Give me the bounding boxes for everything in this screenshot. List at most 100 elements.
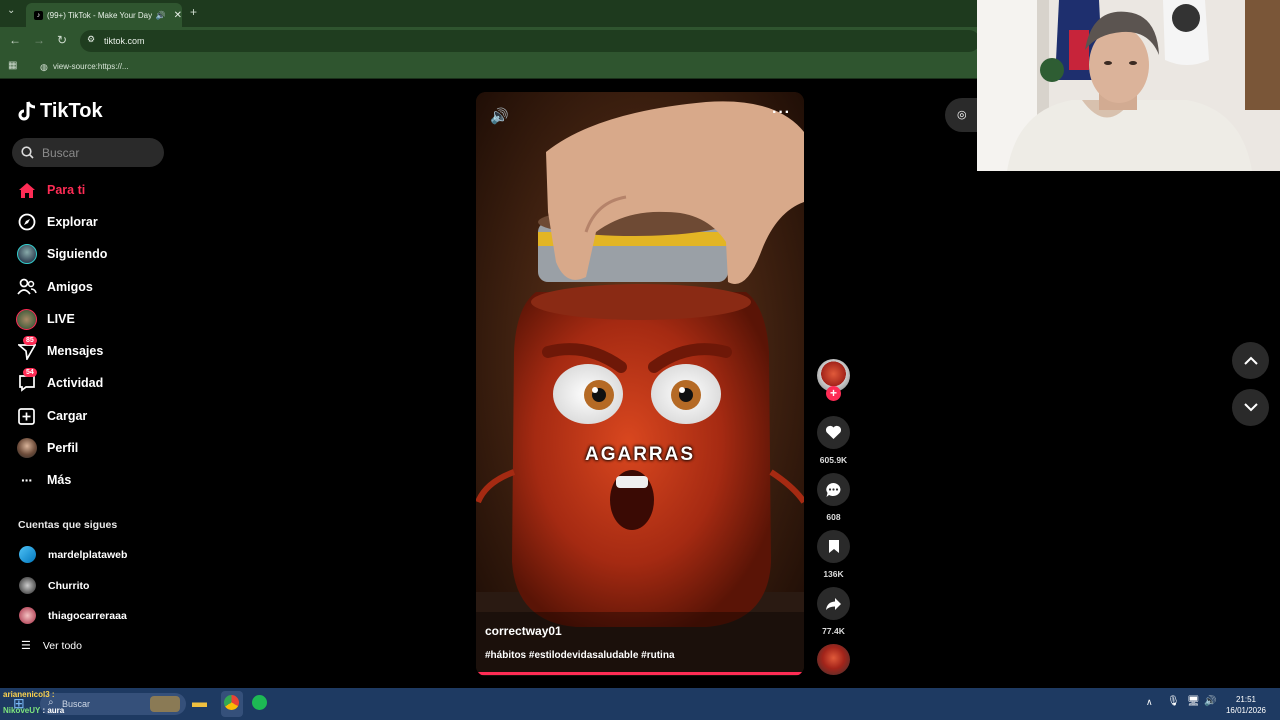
like-count: 605.9K [819, 455, 848, 465]
tiktok-logo[interactable]: TikTok [17, 100, 103, 123]
comment-icon [817, 473, 850, 506]
tab-title: (99+) TikTok - Make Your Day [46, 10, 152, 20]
webcam-overlay [977, 0, 1280, 171]
messages-badge: 85 [23, 335, 37, 345]
send-icon: 85 [16, 335, 37, 362]
back-arrow-icon[interactable]: ← [9, 33, 21, 47]
followed-account[interactable]: mardelplataweb [19, 546, 127, 563]
tab-list-chevron-icon[interactable]: ⌄ [7, 5, 15, 16]
share-count: 77.4K [822, 626, 845, 636]
apps-grid-icon[interactable]: ▦ [8, 60, 17, 71]
video-author[interactable]: correctway01 [485, 624, 562, 638]
nav-item-perfil[interactable]: Perfil [16, 435, 78, 461]
nav-item-amigos[interactable]: Amigos [16, 274, 93, 300]
nav-item-explorar[interactable]: Explorar [16, 209, 98, 235]
chrome-icon[interactable] [224, 695, 239, 710]
upload-icon [16, 406, 37, 427]
nav-item-cargar[interactable]: Cargar [16, 403, 87, 429]
reload-icon[interactable]: ↻ [57, 33, 67, 47]
microphone-icon[interactable]: 🎙 [1167, 696, 1180, 707]
chevron-down-icon [1243, 403, 1258, 412]
site-info-icon[interactable]: ⚙ [87, 34, 95, 45]
logo-text: TikTok [40, 100, 103, 122]
music-disc-icon [817, 644, 850, 675]
comment-button[interactable]: 608 [817, 473, 850, 522]
like-button[interactable]: 605.9K [817, 416, 850, 465]
url-text: tiktok.com [104, 36, 145, 46]
nav-item-para-ti[interactable]: Para ti [16, 177, 85, 203]
nav-item-live[interactable]: LIVE [16, 306, 75, 332]
taskbar-search-label: Buscar [62, 699, 91, 709]
nav-item-mas[interactable]: ··· Más [16, 467, 71, 493]
save-button[interactable]: 136K [817, 530, 850, 579]
see-all-link[interactable]: ☰ Ver todo [21, 639, 82, 653]
video-frame [476, 92, 804, 676]
video-progress-bar[interactable] [476, 672, 804, 675]
video-caption-overlay: AGARRAS [584, 444, 696, 465]
nav-item-mensajes[interactable]: 85 Mensajes [16, 335, 104, 364]
video-player[interactable]: 🔊 ··· AGARRAS correctway01 #hábitos #est… [476, 92, 804, 676]
comment-count: 608 [826, 512, 841, 522]
spotify-icon[interactable] [252, 695, 267, 710]
live-avatar [16, 308, 37, 330]
file-explorer-icon[interactable]: ▬ [192, 694, 207, 711]
account-name: Churrito [48, 579, 90, 592]
compass-icon [16, 212, 37, 233]
network-icon[interactable]: 🖥 [1187, 696, 1200, 707]
heart-icon [817, 416, 850, 449]
nav-label: Perfil [47, 441, 79, 455]
clock[interactable]: 21:51 16/01/2026 [1222, 694, 1270, 716]
search-highlight-icon [150, 696, 180, 712]
nav-label: Para ti [47, 183, 86, 197]
chat-user: arianenicol3 : [3, 690, 55, 699]
tab-close-icon[interactable]: ✕ [174, 10, 182, 21]
profile-avatar [16, 438, 37, 459]
account-avatar [19, 607, 36, 624]
video-hashtags[interactable]: #hábitos #estilodevidasaludable #rutina [485, 650, 675, 661]
windows-taskbar: ⊞ ⌕ Buscar ▬ ∧ 🎙 🖥 🔊 21:51 16/01/2026 [0, 688, 1280, 720]
forward-arrow-icon[interactable]: → [33, 33, 45, 47]
share-button[interactable]: 77.4K [817, 587, 850, 636]
volume-icon[interactable]: 🔊 [490, 107, 509, 125]
nav-label: Cargar [47, 409, 88, 423]
account-avatar [19, 546, 36, 563]
account-name: mardelplataweb [48, 548, 128, 561]
new-tab-button[interactable]: + [190, 5, 197, 19]
activity-badge: 54 [23, 367, 37, 377]
bookmark-view-source[interactable]: view-source:https://... [53, 62, 129, 71]
browser-tab-tiktok[interactable]: ♪ (99+) TikTok - Make Your Day 🔊 ✕ [26, 3, 182, 27]
search-input[interactable] [42, 145, 152, 160]
chevron-up-icon [1243, 356, 1258, 365]
bookmark-icon [817, 530, 850, 563]
speaker-icon[interactable]: 🔊 [1204, 696, 1216, 707]
nav-item-siguiendo[interactable]: Siguiendo [16, 241, 107, 267]
next-video-button[interactable] [1232, 389, 1269, 426]
globe-icon: ◍ [40, 62, 48, 72]
activity-icon: 54 [16, 367, 37, 394]
nav-label: Más [47, 473, 72, 487]
chat-text: : aura [42, 706, 65, 715]
chat-message: arianenicol3 : [3, 690, 55, 699]
search-bar[interactable] [12, 138, 164, 167]
nav-item-actividad[interactable]: 54 Actividad [16, 367, 103, 396]
audio-playing-icon[interactable]: 🔊 [156, 11, 166, 20]
chat-user: NikoveUY [3, 706, 41, 715]
nav-label: Mensajes [47, 344, 104, 358]
followed-account[interactable]: thiagocarreraaa [19, 607, 127, 624]
following-avatar [16, 244, 37, 265]
home-icon [16, 180, 37, 201]
clock-time: 21:51 [1235, 695, 1257, 704]
follow-plus-icon[interactable]: + [826, 386, 841, 401]
tiktok-note-icon [18, 100, 36, 120]
system-tray-chevron-icon[interactable]: ∧ [1146, 697, 1153, 708]
nav-label: Amigos [47, 280, 93, 294]
followed-account[interactable]: Churrito [19, 577, 89, 594]
prev-video-button[interactable] [1232, 342, 1269, 379]
nav-label: Siguiendo [47, 247, 108, 261]
list-icon: ☰ [21, 640, 31, 652]
url-field[interactable]: ⚙ tiktok.com [80, 30, 980, 52]
author-avatar-button[interactable]: + [817, 359, 850, 401]
more-options-icon[interactable]: ··· [772, 104, 791, 122]
chat-message: NikoveUY : aura [3, 706, 64, 715]
sound-disc-button[interactable] [817, 644, 850, 675]
